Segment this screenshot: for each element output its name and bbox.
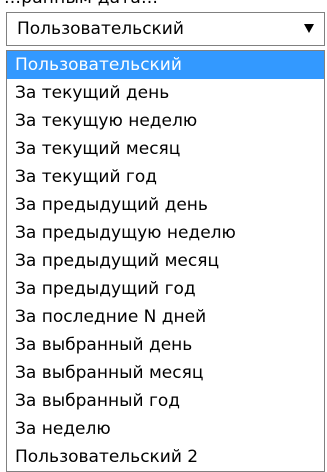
option-week[interactable]: За неделю <box>7 415 324 443</box>
option-current-month[interactable]: За текущий месяц <box>7 135 324 163</box>
option-selected-year[interactable]: За выбранный год <box>7 387 324 415</box>
clipped-top-text: …ранным дата… <box>0 0 327 10</box>
select-current-value: Пользовательский <box>17 19 184 39</box>
option-previous-week[interactable]: За предыдущую неделю <box>7 219 324 247</box>
option-selected-month[interactable]: За выбранный месяц <box>7 359 324 387</box>
option-custom[interactable]: Пользовательский <box>7 51 324 79</box>
period-dropdown-list[interactable]: Пользовательский За текущий день За теку… <box>6 50 325 472</box>
chevron-down-icon[interactable] <box>304 24 314 33</box>
option-previous-year[interactable]: За предыдущий год <box>7 275 324 303</box>
option-custom-2[interactable]: Пользовательский 2 <box>7 443 324 471</box>
option-current-week[interactable]: За текущую неделю <box>7 107 324 135</box>
option-previous-month[interactable]: За предыдущий месяц <box>7 247 324 275</box>
option-previous-day[interactable]: За предыдущий день <box>7 191 324 219</box>
option-selected-day[interactable]: За выбранный день <box>7 331 324 359</box>
option-last-n-days[interactable]: За последние N дней <box>7 303 324 331</box>
option-current-day[interactable]: За текущий день <box>7 79 324 107</box>
option-current-year[interactable]: За текущий год <box>7 163 324 191</box>
clipped-top-label: …ранным дата… <box>4 0 158 8</box>
period-select[interactable]: Пользовательский <box>6 12 325 46</box>
